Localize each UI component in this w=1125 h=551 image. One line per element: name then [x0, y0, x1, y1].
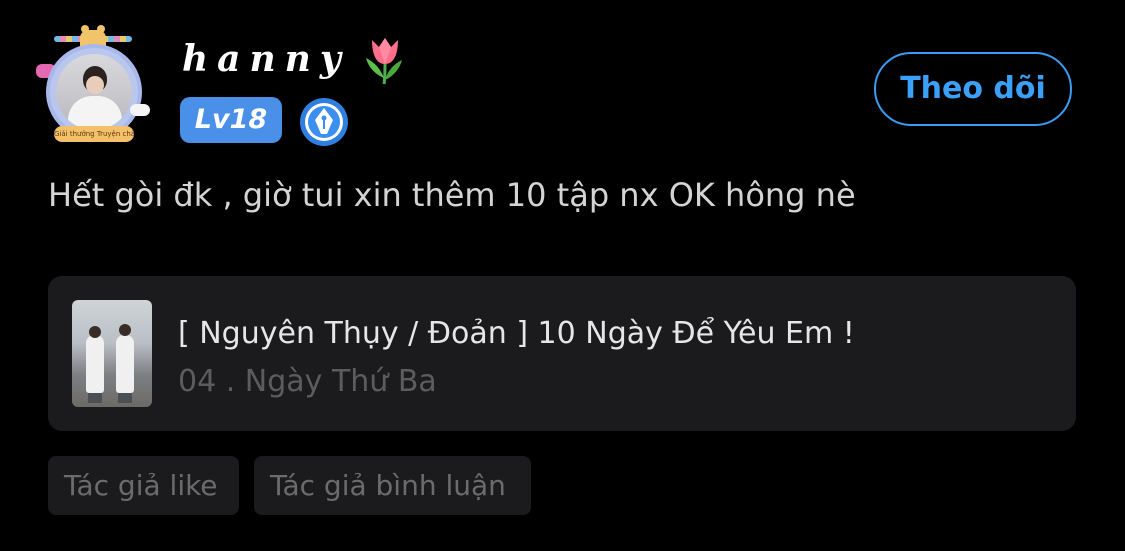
- avatar[interactable]: Giải thưởng Truyện chất: [36, 25, 152, 148]
- pen-nib-badge-icon: [300, 98, 348, 146]
- avatar-frame-speech-icon: [130, 104, 150, 116]
- quoted-story-card[interactable]: [ Nguyên Thụy / Đoản ] 10 Ngày Để Yêu Em…: [48, 276, 1076, 431]
- avatar-photo: [56, 54, 132, 130]
- level-badge: Lv18: [180, 97, 282, 143]
- chapter-title: 04 . Ngày Thứ Ba: [178, 364, 437, 399]
- tag-author-like: Tác giả like: [48, 456, 239, 515]
- tulip-icon: [366, 38, 402, 85]
- follow-button[interactable]: Theo dõi: [874, 52, 1072, 126]
- story-cover-image: [72, 300, 152, 407]
- username[interactable]: hanny: [182, 38, 350, 80]
- tag-author-comment: Tác giả bình luận: [254, 456, 531, 515]
- comment-text: Hết gòi đk , giờ tui xin thêm 10 tập nx …: [48, 176, 856, 214]
- avatar-frame-banner: Giải thưởng Truyện chất: [54, 126, 134, 142]
- story-title: [ Nguyên Thụy / Đoản ] 10 Ngày Để Yêu Em…: [178, 316, 855, 351]
